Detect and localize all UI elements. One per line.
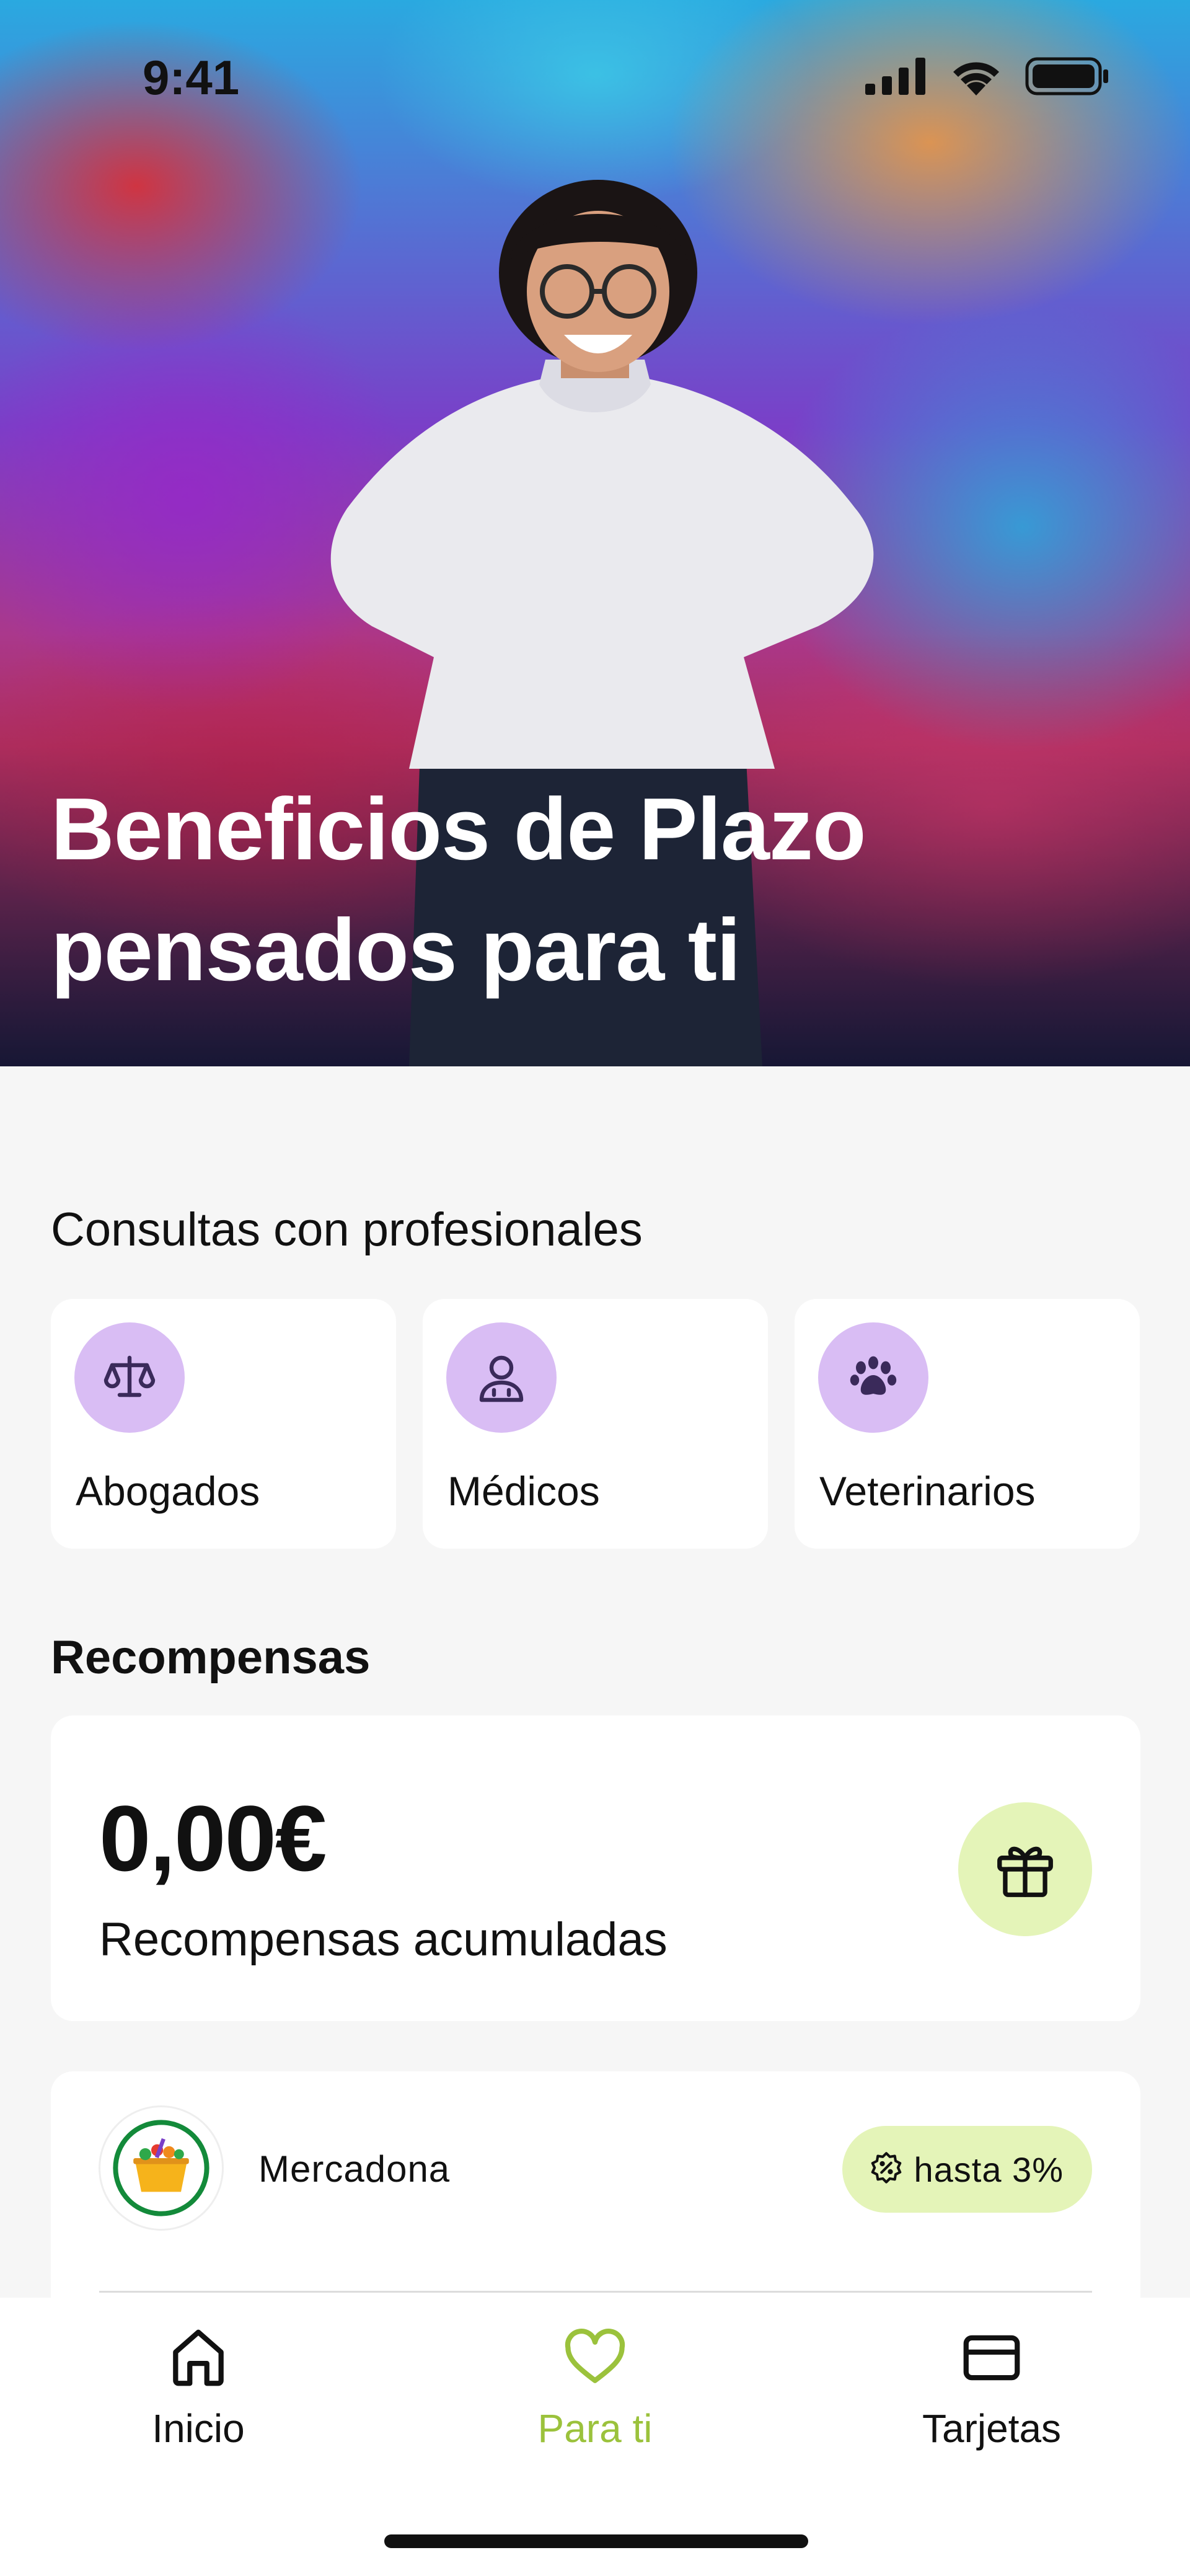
- merchant-discount-badge: hasta 3%: [842, 2126, 1092, 2213]
- professional-label: Abogados: [76, 1468, 260, 1514]
- nav-label: Para ti: [537, 2406, 653, 2451]
- hero-title-line1: Beneficios de Plazo: [51, 780, 866, 879]
- home-icon: [173, 2329, 224, 2386]
- hero-title: Beneficios de Plazo pensados para ti: [51, 769, 1104, 1011]
- status-time: 9:41: [143, 50, 240, 105]
- merchant-badge-label: hasta 3%: [914, 2149, 1064, 2189]
- divider: [99, 2291, 1092, 2293]
- hero-banner: Beneficios de Plazo pensados para ti: [0, 0, 1190, 1066]
- professionals-section-title: Consultas con profesionales: [51, 1203, 643, 1256]
- rewards-amount: 0,00€: [99, 1786, 327, 1890]
- scales-icon: [74, 1322, 185, 1433]
- nav-item-tarjetas[interactable]: Tarjetas: [868, 2324, 1116, 2451]
- rewards-section-title: Recompensas: [51, 1631, 371, 1684]
- rewards-card[interactable]: 0,00€ Recompensas acumuladas: [51, 1715, 1140, 2021]
- hero-title-line2: pensados para ti: [51, 901, 741, 999]
- professional-card-abogados[interactable]: Abogados: [51, 1299, 396, 1549]
- card-icon: [963, 2335, 1020, 2381]
- professional-label: Veterinarios: [819, 1468, 1036, 1514]
- wifi-icon: [953, 62, 999, 95]
- doctor-icon: [446, 1322, 557, 1433]
- status-icons: [865, 57, 1109, 95]
- nav-item-para-ti[interactable]: Para ti: [471, 2324, 719, 2451]
- gift-icon[interactable]: [958, 1802, 1092, 1936]
- heart-icon: [565, 2329, 625, 2383]
- discount-icon: [871, 2152, 901, 2184]
- cellular-signal-icon: [865, 58, 925, 95]
- rewards-amount-label: Recompensas acumuladas: [99, 1913, 668, 1966]
- professional-card-veterinarios[interactable]: Veterinarios: [795, 1299, 1140, 1549]
- professional-card-medicos[interactable]: Médicos: [423, 1299, 768, 1549]
- home-indicator[interactable]: [384, 2534, 808, 2548]
- nav-item-inicio[interactable]: Inicio: [74, 2324, 322, 2451]
- professional-label: Médicos: [447, 1468, 600, 1514]
- paw-icon: [818, 1322, 928, 1433]
- battery-icon: [1025, 57, 1108, 95]
- status-bar: 9:41: [0, 0, 1190, 155]
- nav-label: Inicio: [152, 2406, 245, 2451]
- mercadona-logo: [100, 2107, 222, 2229]
- merchant-name: Mercadona: [258, 2148, 451, 2190]
- nav-label: Tarjetas: [922, 2406, 1062, 2451]
